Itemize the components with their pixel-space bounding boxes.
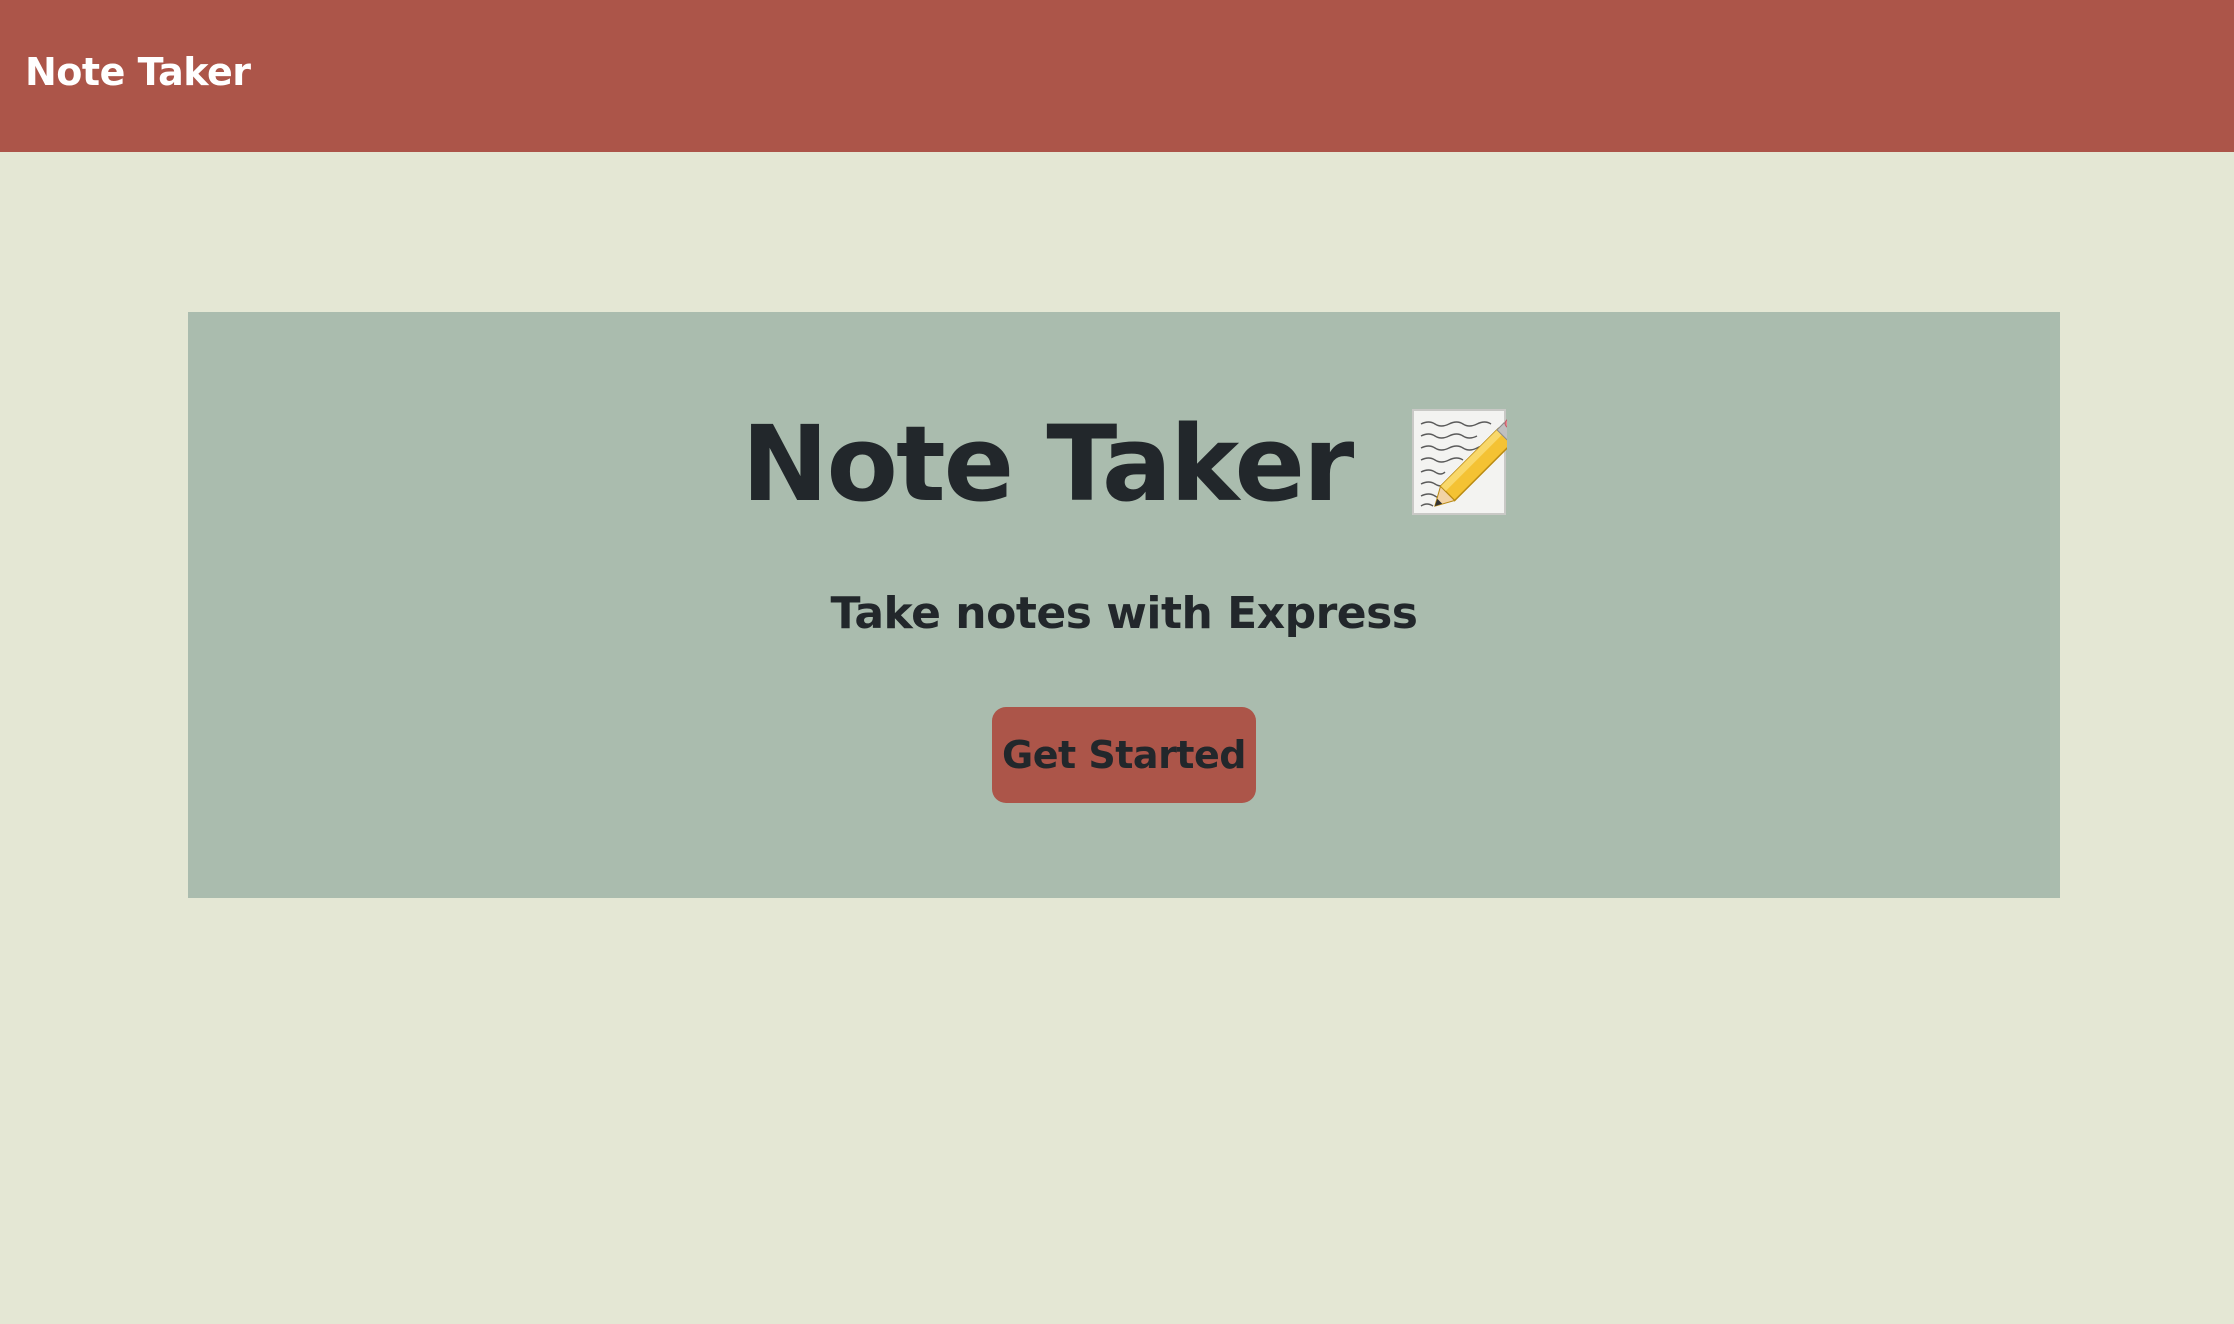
hero-jumbotron: Note Taker Take notes with Express Get S… bbox=[188, 312, 2060, 898]
memo-with-pencil-icon bbox=[1411, 408, 1526, 516]
navbar-brand-link[interactable]: Note Taker bbox=[25, 50, 251, 94]
hero-title: Note Taker bbox=[188, 408, 2060, 526]
hero-subtitle: Take notes with Express bbox=[830, 588, 1418, 639]
get-started-button[interactable]: Get Started bbox=[992, 707, 1256, 803]
navbar: Note Taker bbox=[0, 0, 2234, 152]
hero-title-text: Note Taker bbox=[741, 403, 1354, 525]
